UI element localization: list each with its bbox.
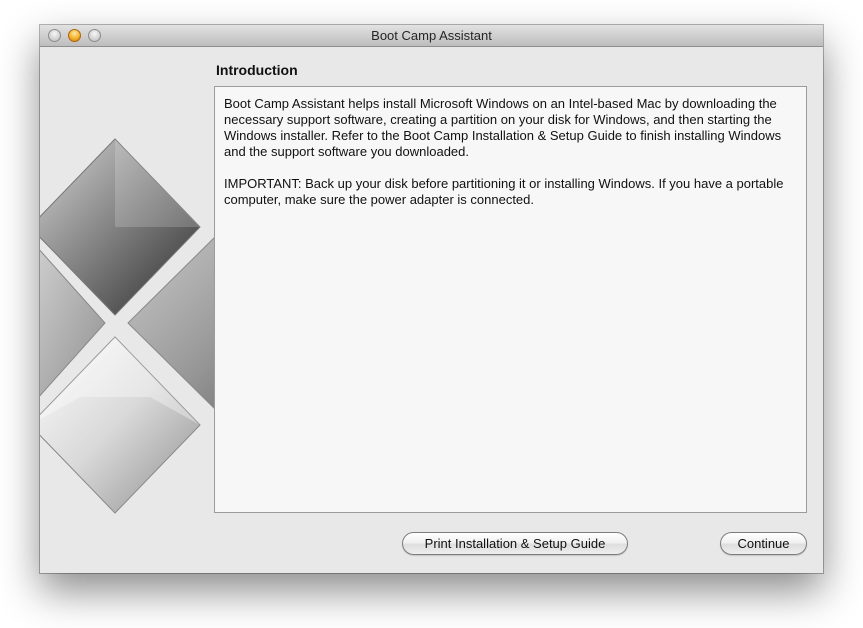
window-title: Boot Camp Assistant <box>371 28 492 43</box>
important-paragraph: IMPORTANT: Back up your disk before part… <box>224 176 784 207</box>
section-title: Introduction <box>216 62 298 78</box>
introduction-text-panel: Boot Camp Assistant helps install Micros… <box>214 86 807 513</box>
boot-camp-window: Boot Camp Assistant Introduction Boot Ca… <box>40 25 823 573</box>
continue-button[interactable]: Continue <box>720 532 807 555</box>
title-bar[interactable]: Boot Camp Assistant <box>40 25 823 47</box>
intro-paragraph: Boot Camp Assistant helps install Micros… <box>224 96 782 159</box>
print-guide-button[interactable]: Print Installation & Setup Guide <box>402 532 628 555</box>
